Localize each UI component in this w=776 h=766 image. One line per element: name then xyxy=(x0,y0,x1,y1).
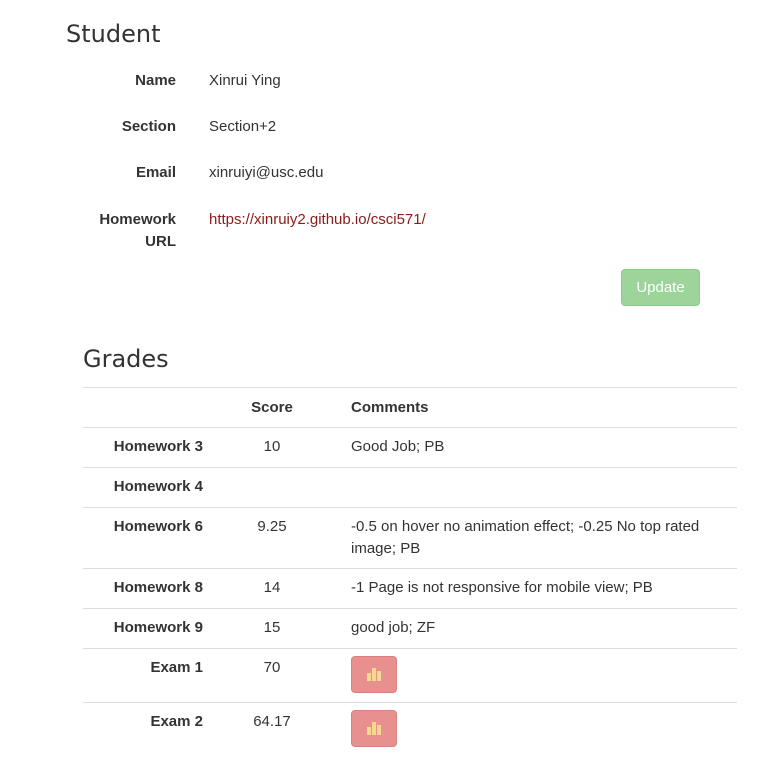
table-row: Homework 6 9.25 -0.5 on hover no animati… xyxy=(83,507,737,569)
assignment-comment: -0.5 on hover no animation effect; -0.25… xyxy=(341,507,737,569)
section-label: Section xyxy=(121,118,176,135)
assignment-name: Homework 3 xyxy=(83,427,203,468)
assignment-name: Homework 6 xyxy=(83,507,203,569)
assignment-score: 70 xyxy=(203,648,341,703)
exam-2-stats-button[interactable] xyxy=(351,710,397,747)
table-row: Homework 4 xyxy=(83,467,737,508)
assignment-score: 15 xyxy=(203,608,341,649)
table-row: Homework 8 14 -1 Page is not responsive … xyxy=(83,568,737,609)
stats-cell xyxy=(341,648,737,703)
table-row: Exam 1 70 xyxy=(83,648,737,703)
exam-1-stats-button[interactable] xyxy=(351,656,397,693)
update-button[interactable]: Update xyxy=(621,269,700,306)
assignment-name: Homework 9 xyxy=(83,608,203,649)
assignment-score xyxy=(203,467,341,508)
homework-url-label-line1: Homework xyxy=(99,211,176,228)
column-header-name xyxy=(83,387,203,428)
assignment-score: 10 xyxy=(203,427,341,468)
assignment-name: Homework 4 xyxy=(83,467,203,508)
assignment-comment: -1 Page is not responsive for mobile vie… xyxy=(341,568,737,609)
assignment-score: 64.17 xyxy=(203,702,341,757)
assignment-comment: good job; ZF xyxy=(341,608,737,649)
email-label: Email xyxy=(135,164,176,181)
homework-url-label: Homework URL xyxy=(16,209,176,253)
homework-url-label-line2: URL xyxy=(145,233,176,250)
bar-chart-icon xyxy=(367,722,381,735)
name-label: Name xyxy=(135,72,176,89)
assignment-score: 14 xyxy=(203,568,341,609)
grades-heading: Grades xyxy=(83,345,169,373)
email-value: xinruiyi@usc.edu xyxy=(209,164,324,181)
homework-url-link[interactable]: https://xinruiy2.github.io/csci571/ xyxy=(209,211,426,228)
assignment-name: Homework 8 xyxy=(83,568,203,609)
bar-chart-icon xyxy=(367,668,381,681)
student-heading: Student xyxy=(66,20,161,48)
section-value: Section+2 xyxy=(209,118,277,135)
table-row: Homework 9 15 good job; ZF xyxy=(83,608,737,649)
assignment-score: 9.25 xyxy=(203,507,341,569)
table-row: Homework 3 10 Good Job; PB xyxy=(83,427,737,468)
assignment-comment xyxy=(341,467,737,508)
grades-table: Score Comments Homework 3 10 Good Job; P… xyxy=(83,387,737,757)
stats-cell xyxy=(341,702,737,757)
assignment-name: Exam 2 xyxy=(83,702,203,757)
column-header-comments: Comments xyxy=(341,387,737,428)
column-header-score: Score xyxy=(203,387,341,428)
table-row: Exam 2 64.17 xyxy=(83,702,737,757)
grades-header-row: Score Comments xyxy=(83,387,737,428)
name-value: Xinrui Ying xyxy=(209,72,281,89)
assignment-name: Exam 1 xyxy=(83,648,203,703)
assignment-comment: Good Job; PB xyxy=(341,427,737,468)
